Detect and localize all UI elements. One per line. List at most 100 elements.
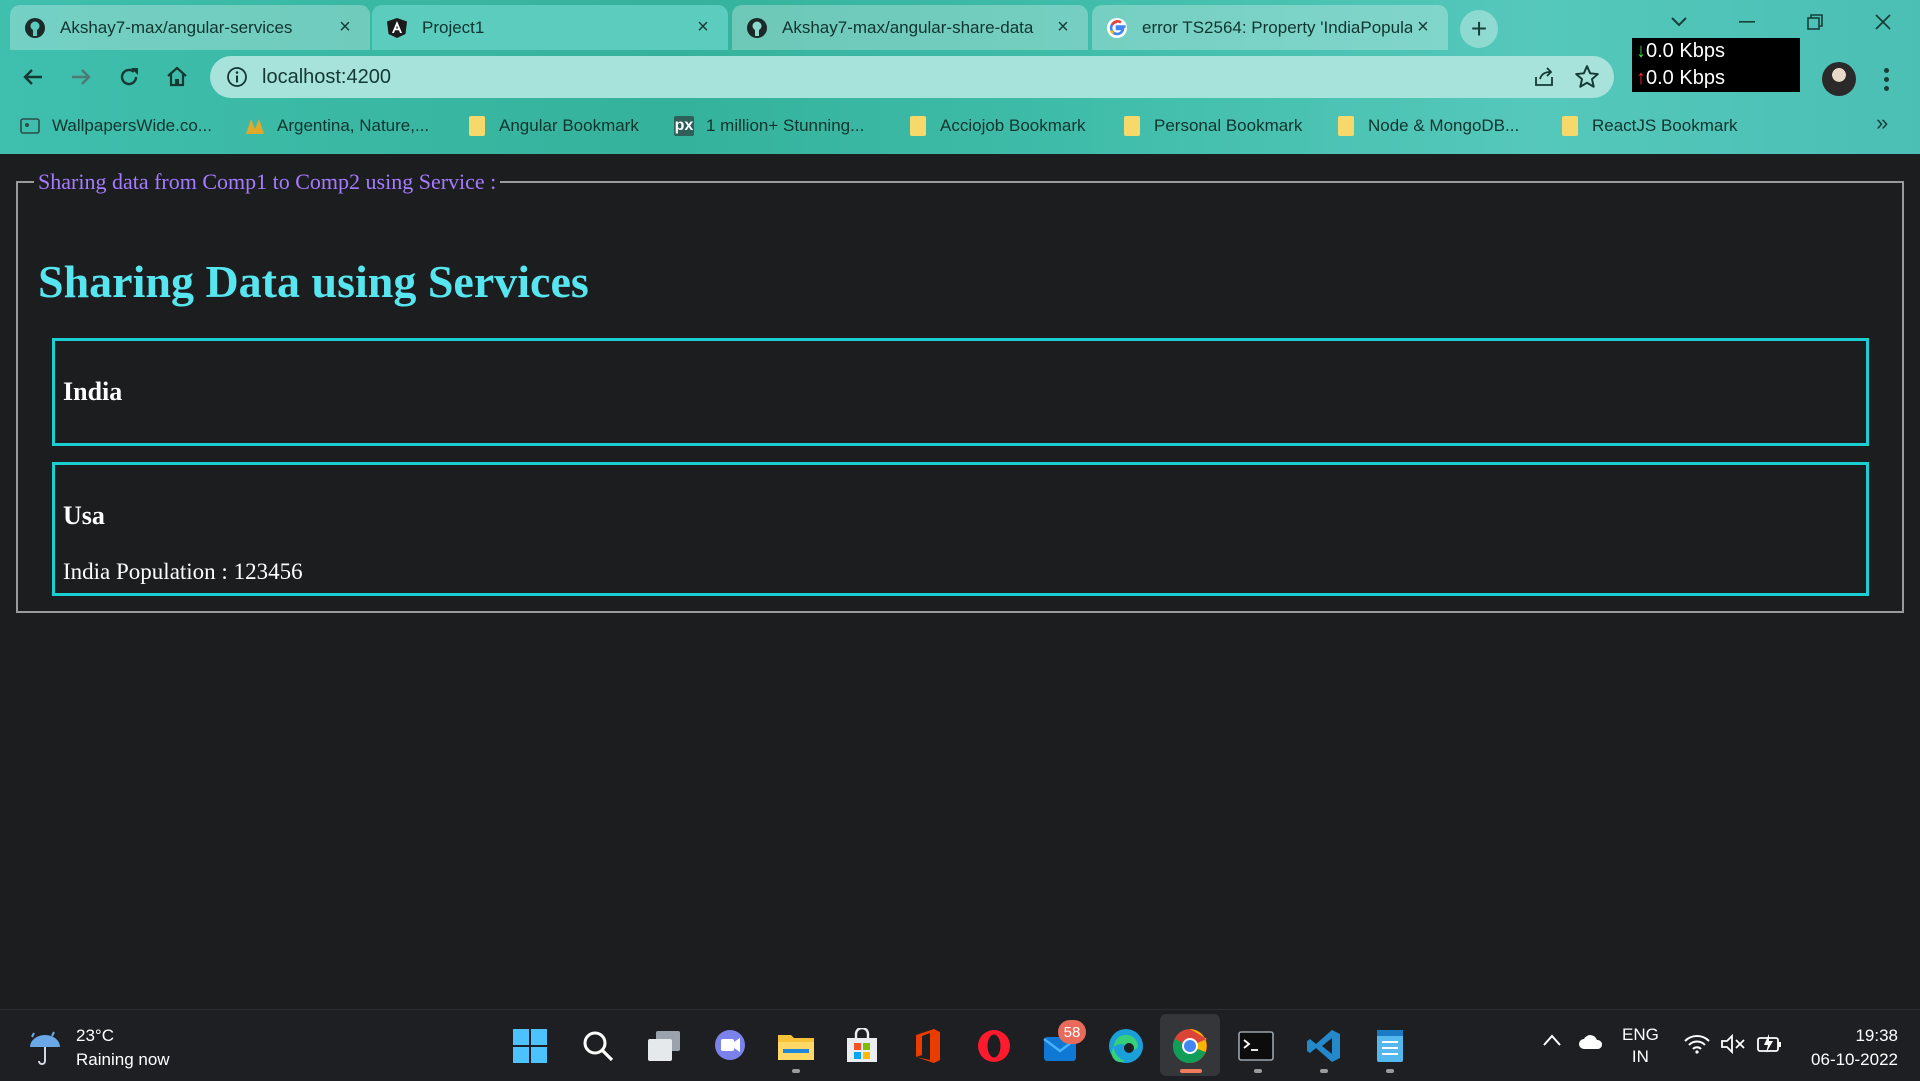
close-icon[interactable]: × bbox=[692, 16, 714, 39]
tab-google-error[interactable]: error TS2564: Property 'IndiaPopulation'… bbox=[1092, 5, 1448, 50]
close-icon[interactable]: × bbox=[1052, 16, 1074, 39]
back-button[interactable] bbox=[14, 58, 52, 96]
angular-icon bbox=[386, 17, 408, 39]
bookmark-reactjs[interactable]: ReactJS Bookmark bbox=[1560, 112, 1738, 140]
bookmarks-bar: WallpapersWide.co... Argentina, Nature,.… bbox=[0, 108, 1920, 144]
close-icon[interactable]: × bbox=[334, 16, 356, 39]
edge-icon[interactable] bbox=[1104, 1024, 1148, 1068]
google-icon bbox=[1106, 17, 1128, 39]
folder-icon bbox=[908, 116, 928, 136]
battery-charging-icon[interactable] bbox=[1756, 1032, 1784, 1059]
wifi-icon[interactable] bbox=[1684, 1034, 1710, 1059]
bookmark-px[interactable]: px 1 million+ Stunning... bbox=[674, 112, 864, 140]
upload-arrow-icon: ↑ bbox=[1636, 67, 1646, 89]
folder-icon bbox=[1560, 116, 1580, 136]
page-title: Sharing Data using Services bbox=[38, 256, 589, 307]
tab-title: Akshay7-max/angular-services bbox=[60, 17, 293, 37]
github-icon bbox=[24, 17, 46, 39]
bookmark-label: Argentina, Nature,... bbox=[277, 116, 430, 135]
weather-widget[interactable]: 23°C Raining now bbox=[26, 1024, 170, 1072]
tab-title: error TS2564: Property 'IndiaPopulation' bbox=[1142, 17, 1412, 37]
download-arrow-icon: ↓ bbox=[1636, 40, 1646, 62]
file-explorer-icon[interactable] bbox=[774, 1024, 818, 1068]
bookmark-node-mongodb[interactable]: Node & MongoDB... bbox=[1336, 112, 1519, 140]
running-indicator bbox=[1386, 1069, 1394, 1073]
bookmark-angular[interactable]: Angular Bookmark bbox=[467, 112, 639, 140]
onedrive-cloud-icon[interactable] bbox=[1578, 1032, 1604, 1055]
running-indicator bbox=[1254, 1069, 1262, 1073]
arrow-left-icon bbox=[23, 69, 42, 85]
bookmark-label: Personal Bookmark bbox=[1154, 116, 1303, 135]
tray-overflow-icon[interactable] bbox=[1542, 1032, 1562, 1052]
site-info-icon[interactable] bbox=[226, 66, 248, 88]
folder-icon bbox=[1336, 116, 1356, 136]
tab-title: Akshay7-max/angular-share-data bbox=[782, 17, 1034, 37]
start-windows-icon[interactable] bbox=[508, 1024, 552, 1068]
comp1-title: India bbox=[63, 377, 123, 406]
bookmark-label: ReactJS Bookmark bbox=[1592, 116, 1738, 135]
reload-icon bbox=[120, 68, 138, 86]
tab-project1[interactable]: Project1 × bbox=[372, 5, 728, 50]
notification-badge: 58 bbox=[1058, 1020, 1086, 1044]
close-icon[interactable]: × bbox=[1412, 16, 1434, 39]
running-indicator bbox=[1320, 1069, 1328, 1073]
forward-button[interactable] bbox=[62, 58, 100, 96]
language-code: ENG bbox=[1622, 1025, 1659, 1044]
opera-icon[interactable] bbox=[972, 1024, 1016, 1068]
bookmark-argentina[interactable]: Argentina, Nature,... bbox=[245, 112, 429, 140]
folder-icon bbox=[1122, 116, 1142, 136]
weather-desc: Raining now bbox=[76, 1050, 170, 1069]
taskbar: 23°C Raining now 58 ENG IN 19:38 06-10-2… bbox=[0, 1009, 1920, 1081]
arrow-right-icon bbox=[72, 69, 91, 85]
bookmark-label: Node & MongoDB... bbox=[1368, 116, 1520, 135]
bookmark-personal[interactable]: Personal Bookmark bbox=[1122, 112, 1302, 140]
bookmark-label: Acciojob Bookmark bbox=[940, 116, 1086, 135]
population-text: India Population : 123456 bbox=[63, 559, 303, 584]
clock-time: 19:38 bbox=[1855, 1026, 1898, 1045]
close-window-button[interactable] bbox=[1850, 0, 1916, 44]
fieldset-legend: Sharing data from Comp1 to Comp2 using S… bbox=[38, 169, 497, 194]
bookmark-label: WallpapersWide.co... bbox=[52, 116, 212, 135]
task-view-icon[interactable] bbox=[642, 1024, 686, 1068]
language-indicator[interactable]: ENG IN bbox=[1622, 1024, 1659, 1068]
tab-angular-services[interactable]: Akshay7-max/angular-services × bbox=[10, 5, 370, 50]
px-icon: px bbox=[674, 116, 694, 136]
bookmark-wallpaperswide[interactable]: WallpapersWide.co... bbox=[20, 112, 212, 140]
upload-speed: 0.0 Kbps bbox=[1646, 67, 1725, 89]
home-button[interactable] bbox=[158, 58, 196, 96]
bookmark-label: Angular Bookmark bbox=[499, 116, 639, 135]
chrome-icon[interactable] bbox=[1168, 1024, 1212, 1068]
office-icon[interactable] bbox=[906, 1024, 950, 1068]
system-clock[interactable]: 19:38 06-10-2022 bbox=[1800, 1024, 1898, 1072]
page-content: Sharing data from Comp1 to Comp2 using S… bbox=[0, 154, 1920, 1009]
volume-muted-icon[interactable] bbox=[1720, 1033, 1746, 1059]
address-bar[interactable]: localhost:4200 bbox=[210, 56, 1614, 98]
teams-chat-icon[interactable] bbox=[708, 1024, 752, 1068]
vscode-icon[interactable] bbox=[1302, 1024, 1346, 1068]
notepad-icon[interactable] bbox=[1368, 1024, 1412, 1068]
tab-title: Project1 bbox=[422, 17, 485, 37]
menu-kebab-icon[interactable] bbox=[1874, 64, 1898, 94]
wallpaper-icon bbox=[20, 116, 40, 136]
bookmark-acciojob[interactable]: Acciojob Bookmark bbox=[908, 112, 1086, 140]
microsoft-store-icon[interactable] bbox=[840, 1024, 884, 1068]
reload-button[interactable] bbox=[110, 58, 148, 96]
rain-umbrella-icon bbox=[30, 1031, 60, 1065]
search-icon[interactable] bbox=[576, 1024, 620, 1068]
running-indicator bbox=[792, 1069, 800, 1073]
new-tab-button[interactable]: + bbox=[1460, 10, 1498, 48]
url-text[interactable]: localhost:4200 bbox=[262, 66, 391, 89]
profile-avatar[interactable] bbox=[1822, 62, 1856, 96]
bookmark-label: 1 million+ Stunning... bbox=[706, 116, 865, 135]
more-bookmarks-icon[interactable]: » bbox=[1876, 110, 1888, 136]
active-indicator bbox=[1180, 1069, 1202, 1073]
bookmark-star-icon[interactable] bbox=[1574, 64, 1600, 90]
terminal-icon[interactable] bbox=[1234, 1024, 1278, 1068]
clock-date: 06-10-2022 bbox=[1811, 1050, 1898, 1069]
github-icon bbox=[746, 17, 768, 39]
sharing-fieldset: Sharing data from Comp1 to Comp2 using S… bbox=[16, 169, 1904, 613]
share-icon[interactable] bbox=[1532, 65, 1556, 89]
weather-temp: 23°C bbox=[76, 1026, 114, 1045]
tab-angular-share-data[interactable]: Akshay7-max/angular-share-data × bbox=[732, 5, 1088, 50]
photo-site-icon bbox=[245, 116, 265, 136]
